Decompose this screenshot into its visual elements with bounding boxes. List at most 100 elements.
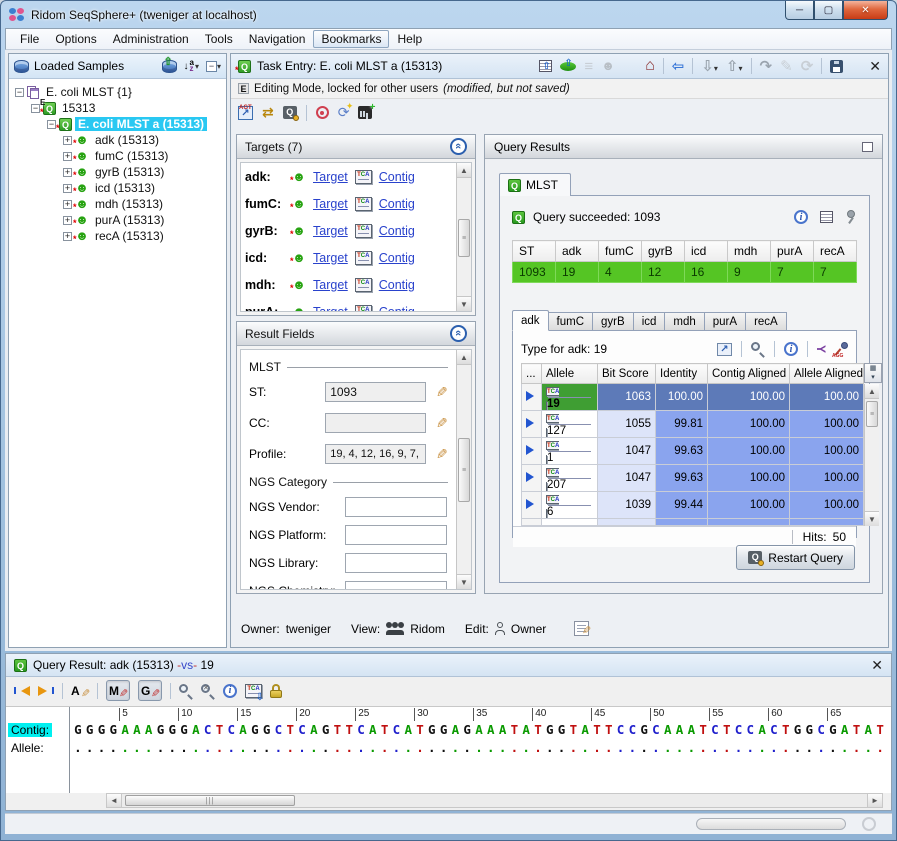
contig-link[interactable]: Contig [379, 251, 415, 265]
allele-tab-gyrB[interactable]: gyrB [593, 312, 634, 331]
zoom-in-icon[interactable] [179, 684, 193, 698]
allele-tab-fumC[interactable]: fumC [549, 312, 593, 331]
scroll-left-icon[interactable]: ◄ [107, 794, 122, 807]
target-link[interactable]: Target [313, 170, 348, 184]
prev-difference-button[interactable] [14, 686, 30, 696]
contig-link[interactable]: Contig [379, 305, 415, 312]
scroll-down-icon[interactable]: ▼ [457, 574, 471, 589]
allele-hit-row[interactable]: TCA 191063100.00100.00100.00 [522, 384, 864, 411]
collapse-all-button[interactable]: − ▾ [206, 61, 221, 72]
allele-hit-row[interactable]: TCA 127105599.81100.00100.00 [522, 411, 864, 438]
row-arrow-icon[interactable] [526, 391, 539, 401]
tree-expander[interactable]: − [15, 88, 24, 97]
allele-hit-row[interactable]: TCA 207104799.63100.00100.00 [522, 465, 864, 492]
allele-tab-purA[interactable]: purA [705, 312, 746, 331]
allele-column-header[interactable]: Allele Aligned [790, 364, 864, 384]
ngs-field-input[interactable] [345, 497, 447, 517]
back-button[interactable]: ⇦ [672, 57, 685, 75]
allele-column-header[interactable]: ... [522, 364, 542, 384]
menu-item-tools[interactable]: Tools [197, 30, 241, 48]
mutation-toggle-button[interactable]: M✎ [106, 680, 130, 701]
info-icon[interactable]: i [223, 684, 237, 698]
branch-icon[interactable]: Y [814, 345, 828, 353]
export-sequences-button[interactable]: AGT↗ [238, 106, 253, 120]
info-icon[interactable]: i [784, 342, 798, 356]
tree-expander[interactable]: + [63, 136, 72, 145]
panel-restore-icon[interactable] [862, 142, 873, 152]
st-field[interactable]: 1093 [325, 382, 426, 402]
scroll-down-icon[interactable]: ▼ [865, 511, 879, 526]
alignment-scroll-thumb[interactable]: ||| [125, 795, 295, 806]
menu-item-file[interactable]: File [12, 30, 47, 48]
mlst-column-header[interactable]: adk [556, 241, 599, 262]
close-panel-button[interactable]: ✕ [871, 657, 883, 674]
contig-file-icon[interactable]: TCA [355, 278, 372, 292]
home-button[interactable]: ⌂ [645, 59, 655, 73]
allele-tab-recA[interactable]: recA [746, 312, 787, 331]
allele-hit-row[interactable]: TCA 1104799.63100.00100.00 [522, 438, 864, 465]
alignment-view[interactable]: Contig: Allele: 510152025303540455055606… [6, 706, 891, 793]
rerun-query-button[interactable]: ⟳✦ [338, 104, 350, 121]
edit-permissions-icon[interactable]: ✎ [574, 621, 589, 636]
tree-item[interactable]: −Q*E15313 [11, 100, 224, 116]
row-arrow-icon[interactable] [526, 418, 539, 428]
edit-pencil-icon[interactable]: ✎ [436, 446, 448, 463]
info-icon[interactable]: i [794, 210, 808, 224]
ngs-field-input[interactable] [345, 525, 447, 545]
tree-item[interactable]: +☻*adk (15313) [11, 132, 224, 148]
contig-file-icon[interactable]: TCA [355, 251, 372, 265]
tree-expander[interactable]: + [63, 168, 72, 177]
targets-scrollbar[interactable]: ▲ ≡ ▼ [456, 163, 471, 311]
menu-item-navigation[interactable]: Navigation [241, 30, 314, 48]
allele-hit-row[interactable]: TCA 6103999.44100.00100.00 [522, 492, 864, 519]
maximize-button[interactable]: ▢ [814, 1, 843, 20]
mlst-result-row[interactable]: 10931941216977 [513, 262, 857, 283]
tree-expander[interactable]: + [63, 152, 72, 161]
allele-table-scrollbar[interactable]: ▲ ≡ ▼ [864, 384, 879, 526]
ngs-field-input[interactable] [345, 581, 447, 590]
alignment-hscrollbar[interactable]: ◄ ||| ► [106, 793, 883, 808]
mlst-column-header[interactable]: mdh [728, 241, 771, 262]
column-picker-button[interactable]: ▦▾ [864, 363, 882, 383]
result-fields-scroll-thumb[interactable]: ≡ [458, 438, 470, 502]
row-arrow-icon[interactable] [526, 472, 539, 482]
targets-scroll-thumb[interactable]: ≡ [458, 219, 470, 257]
target-overview-button[interactable] [316, 106, 329, 119]
store-samples-button[interactable]: ⇧ [162, 60, 177, 73]
target-link[interactable]: Target [313, 278, 348, 292]
tree-expander[interactable]: + [63, 200, 72, 209]
minimize-button[interactable]: ─ [785, 1, 814, 20]
add-chart-button[interactable]: + [358, 106, 372, 119]
tab-mlst[interactable]: Q MLST [499, 173, 571, 196]
save-button[interactable] [830, 60, 843, 73]
close-task-button[interactable]: ✕ [869, 58, 881, 75]
scroll-up-icon[interactable]: ▲ [457, 163, 471, 178]
mlst-column-header[interactable]: ST [513, 241, 556, 262]
allele-column-header[interactable]: Identity [656, 364, 708, 384]
contig-link[interactable]: Contig [379, 224, 415, 238]
target-link[interactable]: Target [313, 251, 348, 265]
menu-item-administration[interactable]: Administration [105, 30, 197, 48]
menu-item-options[interactable]: Options [47, 30, 104, 48]
tree-expander[interactable]: + [63, 232, 72, 241]
allele-column-header[interactable]: Allele [542, 364, 598, 384]
allele-scroll-thumb[interactable]: ≡ [866, 401, 878, 427]
allele-column-header[interactable]: Bit Score [598, 364, 656, 384]
skip-button[interactable]: ↷ [760, 57, 773, 75]
tree-item[interactable]: +☻*recA (15313) [11, 228, 224, 244]
edit-pencil-icon[interactable]: ✎ [436, 415, 448, 432]
query-settings-button[interactable]: Q [283, 106, 297, 119]
submit-icon[interactable]: ⇧ [560, 62, 576, 71]
tree-item[interactable]: +☻*icd (15313) [11, 180, 224, 196]
contig-file-icon[interactable]: TCA [355, 305, 372, 312]
table-view-icon[interactable] [820, 211, 833, 223]
contig-link[interactable]: Contig [379, 278, 415, 292]
tree-item[interactable]: −Q*E. coli MLST a (15313) [11, 116, 224, 132]
mlst-column-header[interactable]: purA [771, 241, 814, 262]
contig-link[interactable]: Contig [379, 170, 415, 184]
annotate-button[interactable]: A✎ [71, 684, 89, 698]
result-fields-scrollbar[interactable]: ▲ ≡ ▼ [456, 350, 471, 589]
target-link[interactable]: Target [313, 305, 348, 312]
gap-toggle-button[interactable]: G✎ [138, 680, 162, 701]
mlst-column-header[interactable]: fumC [599, 241, 642, 262]
